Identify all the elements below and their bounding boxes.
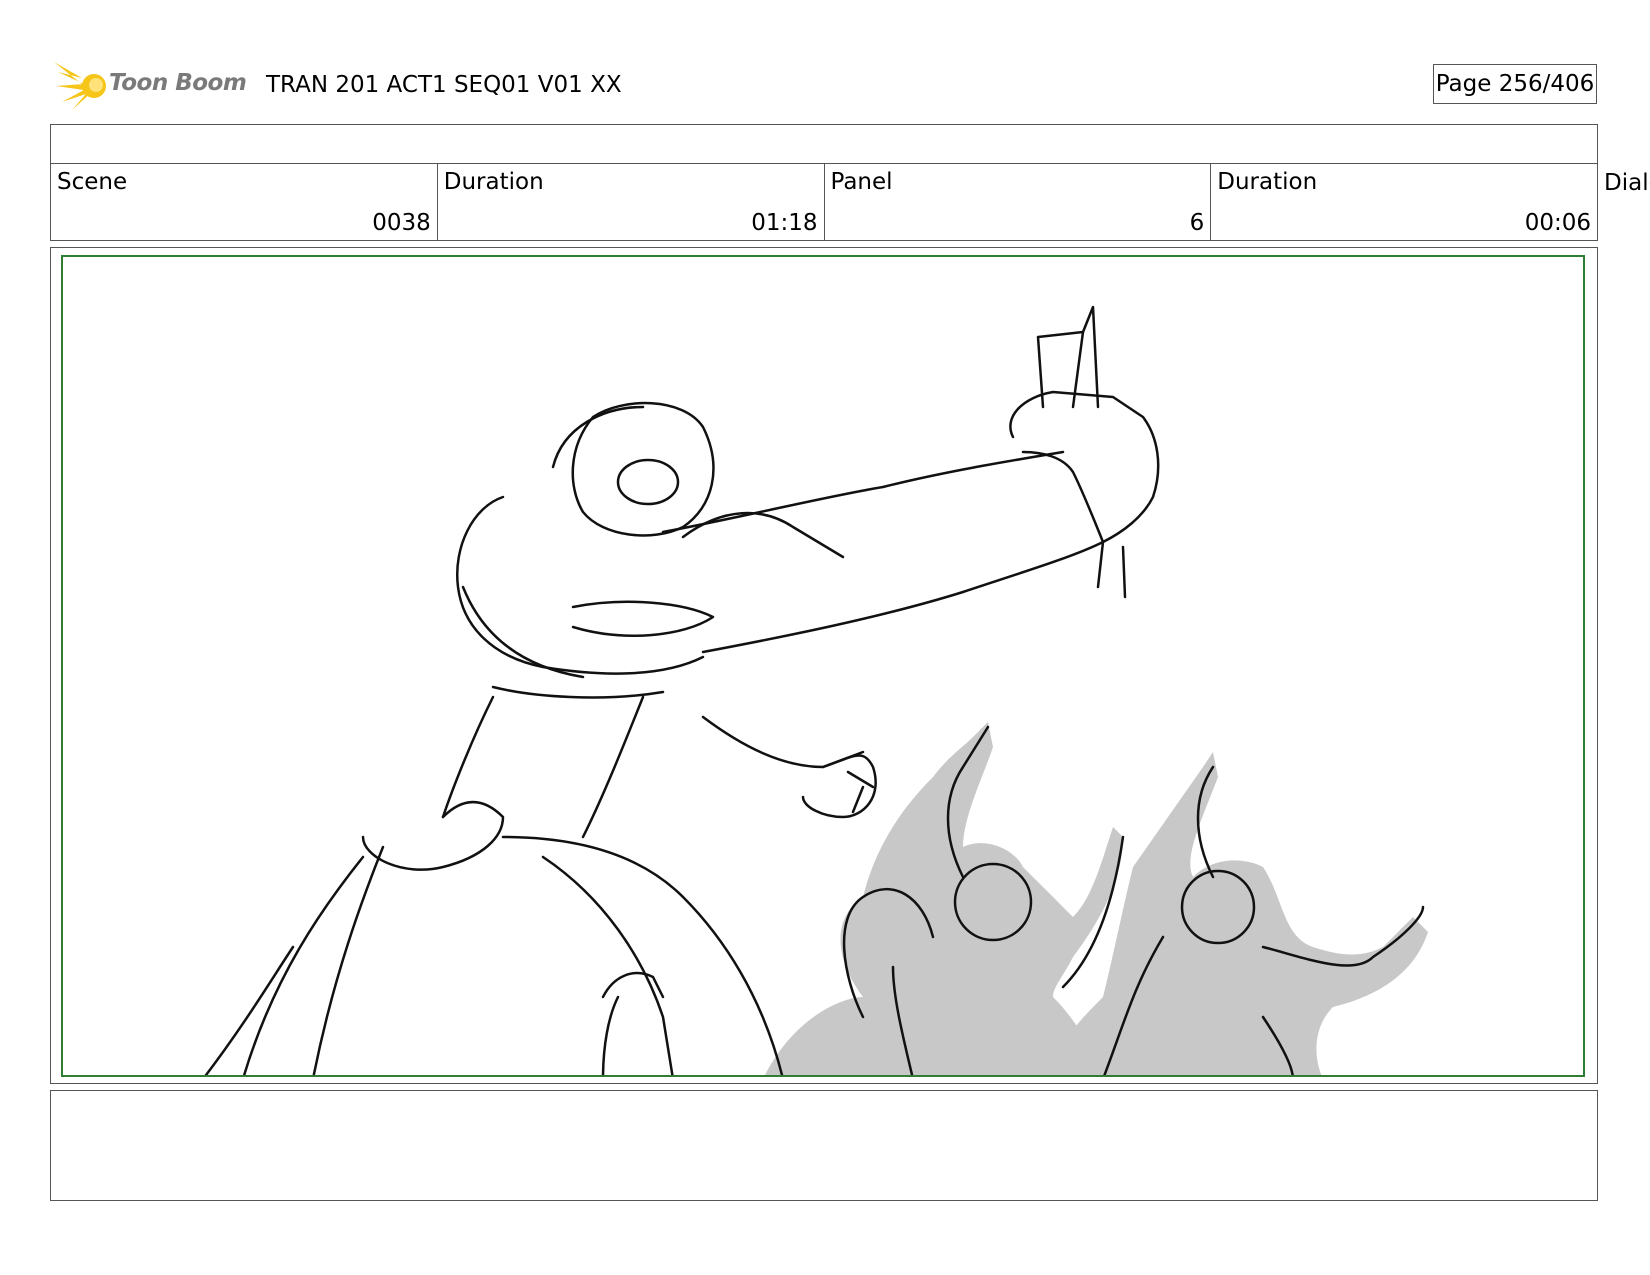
dialog-label: Dialo	[1604, 170, 1650, 196]
document-title: TRAN 201 ACT1 SEQ01 V01 XX	[266, 72, 622, 98]
scene-value: 0038	[372, 210, 431, 236]
panel-duration-label: Duration	[1217, 169, 1318, 195]
notes-box	[50, 1090, 1598, 1201]
crowd-figures	[765, 722, 1428, 1075]
scene-duration-label: Duration	[443, 169, 544, 195]
panel-value: 6	[1189, 210, 1205, 236]
scene-label: Scene	[57, 169, 128, 195]
logo-text: Toon Boom	[109, 70, 247, 96]
storyboard-sketch	[204, 305, 1428, 1075]
scene-duration-value: 01:18	[751, 210, 818, 236]
comet-logo-icon	[54, 62, 106, 110]
info-row: Scene 0038 Duration 01:18 Panel 6 Durati…	[50, 163, 1598, 241]
page-indicator: Page 256/406	[1433, 64, 1597, 104]
panel-cell: Panel 6	[825, 163, 1212, 240]
scene-duration-cell: Duration 01:18	[438, 163, 825, 240]
panel-duration-cell: Duration 00:06	[1211, 163, 1597, 240]
panel-duration-value: 00:06	[1524, 210, 1591, 236]
panel-label: Panel	[830, 169, 893, 195]
header-strip	[50, 124, 1598, 164]
scene-cell: Scene 0038	[51, 163, 438, 240]
storyboard-panel	[61, 255, 1585, 1077]
